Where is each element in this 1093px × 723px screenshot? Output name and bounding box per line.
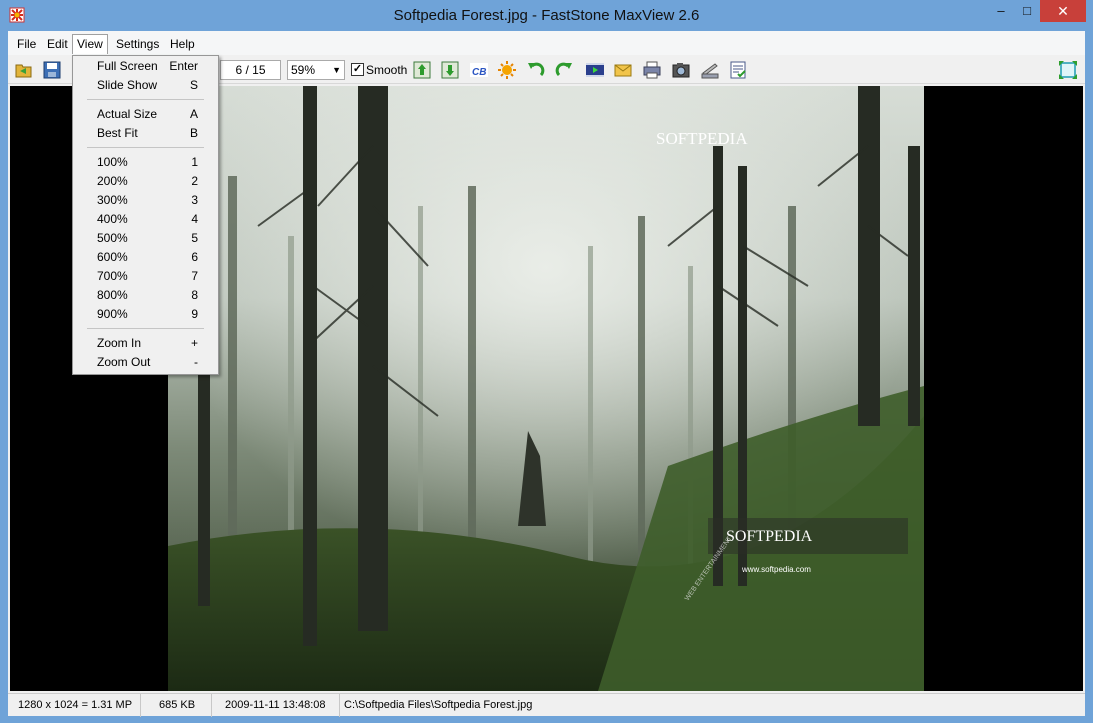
view-menu-item-shortcut: 4 (191, 212, 198, 226)
view-menu-item[interactable]: Slide Show S (73, 76, 218, 95)
menu-edit[interactable]: Edit (42, 34, 73, 54)
watermark-mid: SOFTPEDIA (726, 528, 813, 545)
view-menu-item-shortcut: 7 (191, 269, 198, 283)
app-window: Softpedia Forest.jpg - FastStone MaxView… (0, 0, 1093, 723)
brightness-icon[interactable] (497, 60, 517, 80)
window-title: Softpedia Forest.jpg - FastStone MaxView… (393, 7, 700, 24)
color-balance-icon[interactable]: CB (469, 60, 489, 80)
view-menu-dropdown: Full Screen Enter Slide Show S Actual Size A B… (72, 55, 219, 375)
open-folder-icon[interactable] (14, 60, 34, 80)
view-menu-item[interactable]: 700% 7 (73, 267, 218, 286)
screen-capture-icon[interactable] (671, 60, 691, 80)
view-menu-item-shortcut: 1 (191, 155, 198, 169)
view-menu-item-label: 500% (97, 231, 128, 245)
view-menu-item-label: 600% (97, 250, 128, 264)
scanner-icon[interactable] (700, 60, 720, 80)
view-menu-item-label: Actual Size (97, 107, 158, 121)
view-menu-item-label: 400% (97, 212, 128, 226)
menu-separator (87, 147, 204, 148)
view-menu-item-label: Zoom Out (97, 355, 151, 369)
view-menu-item-shortcut: Enter (169, 59, 198, 73)
fullscreen-icon[interactable] (1058, 60, 1078, 80)
view-menu-item-label: 100% (97, 155, 128, 169)
chevron-down-icon: ▼ (332, 65, 341, 75)
watermark-url: www.softpedia.com (741, 565, 811, 574)
view-menu-item-label: 200% (97, 174, 128, 188)
save-icon[interactable] (42, 60, 62, 80)
view-menu-item-label: Slide Show (97, 78, 158, 92)
view-menu-item-label: Zoom In (97, 336, 142, 350)
close-button[interactable]: ✕ (1040, 0, 1086, 22)
properties-icon[interactable] (728, 60, 748, 80)
title-bar[interactable]: Softpedia Forest.jpg - FastStone MaxView… (0, 0, 1093, 31)
status-datetime: 2009-11-11 13:48:08 (215, 694, 340, 717)
view-menu-item[interactable]: Zoom In + (73, 334, 218, 353)
watermark-top: SOFTPEDIA (656, 129, 748, 148)
menu-help[interactable]: Help (165, 34, 200, 54)
view-menu-item[interactable]: Actual Size A (73, 105, 218, 124)
menu-separator (87, 99, 204, 100)
smooth-label: Smooth (366, 63, 408, 77)
previous-image-icon[interactable] (412, 60, 432, 80)
view-menu-item[interactable]: 100% 1 (73, 153, 218, 172)
next-image-icon[interactable] (440, 60, 460, 80)
view-menu-item-shortcut: 8 (191, 288, 198, 302)
menu-separator (87, 328, 204, 329)
menu-settings[interactable]: Settings (111, 34, 164, 54)
forest-photo: SOFTPEDIA SOFTPEDIA www.softpedia.com WE… (168, 86, 924, 691)
minimize-button[interactable]: – (988, 0, 1014, 22)
view-menu-item-shortcut: 2 (191, 174, 198, 188)
email-icon[interactable] (613, 60, 633, 80)
view-menu-item-shortcut: 5 (191, 231, 198, 245)
status-filesize: 685 KB (149, 694, 212, 717)
menu-bar: File Edit View Settings Help (8, 31, 1085, 55)
status-path: C:\Softpedia Files\Softpedia Forest.jpg (344, 699, 533, 711)
smooth-checkbox[interactable]: ✓ (351, 63, 364, 76)
rotate-left-icon[interactable] (526, 60, 546, 80)
view-menu-item[interactable]: 600% 6 (73, 248, 218, 267)
view-menu-item-shortcut: 3 (191, 193, 198, 207)
view-menu-item[interactable]: 800% 8 (73, 286, 218, 305)
status-bar: 1280 x 1024 = 1.31 MP 685 KB 2009-11-11 … (8, 693, 1085, 717)
view-menu-item-label: Best Fit (97, 126, 138, 140)
rotate-right-icon[interactable] (554, 60, 574, 80)
page-indicator[interactable]: 6 / 15 (220, 60, 281, 80)
zoom-value: 59% (291, 63, 316, 77)
view-menu-item-label: 700% (97, 269, 128, 283)
view-menu-item[interactable]: Full Screen Enter (73, 57, 218, 76)
menu-file[interactable]: File (12, 34, 41, 54)
view-menu-item-shortcut: B (189, 126, 198, 140)
view-menu-item-shortcut: 9 (191, 307, 198, 321)
view-menu-item-label: Full Screen (97, 59, 158, 73)
view-menu-item-label: 300% (97, 193, 128, 207)
view-menu-item-shortcut: - (194, 355, 198, 369)
view-menu-item-label: 800% (97, 288, 128, 302)
view-menu-item[interactable]: 900% 9 (73, 305, 218, 324)
view-menu-item-shortcut: 6 (191, 250, 198, 264)
print-icon[interactable] (642, 60, 662, 80)
view-menu-item-shortcut: + (190, 336, 198, 350)
view-menu-item[interactable]: 500% 5 (73, 229, 218, 248)
view-menu-item-shortcut: A (189, 107, 198, 121)
slideshow-icon[interactable] (585, 60, 605, 80)
view-menu-item[interactable]: Best Fit B (73, 124, 218, 143)
status-dimensions: 1280 x 1024 = 1.31 MP (8, 694, 141, 717)
view-menu-item[interactable]: 300% 3 (73, 191, 218, 210)
view-menu-item-label: 900% (97, 307, 128, 321)
zoom-dropdown[interactable]: 59% ▼ (287, 60, 345, 80)
menu-view[interactable]: View (72, 34, 108, 54)
maximize-button[interactable]: □ (1014, 0, 1040, 22)
view-menu-item[interactable]: Zoom Out - (73, 353, 218, 372)
view-menu-item[interactable]: 200% 2 (73, 172, 218, 191)
view-menu-item-shortcut: S (189, 78, 198, 92)
view-menu-item[interactable]: 400% 4 (73, 210, 218, 229)
svg-text:CB: CB (472, 67, 486, 78)
